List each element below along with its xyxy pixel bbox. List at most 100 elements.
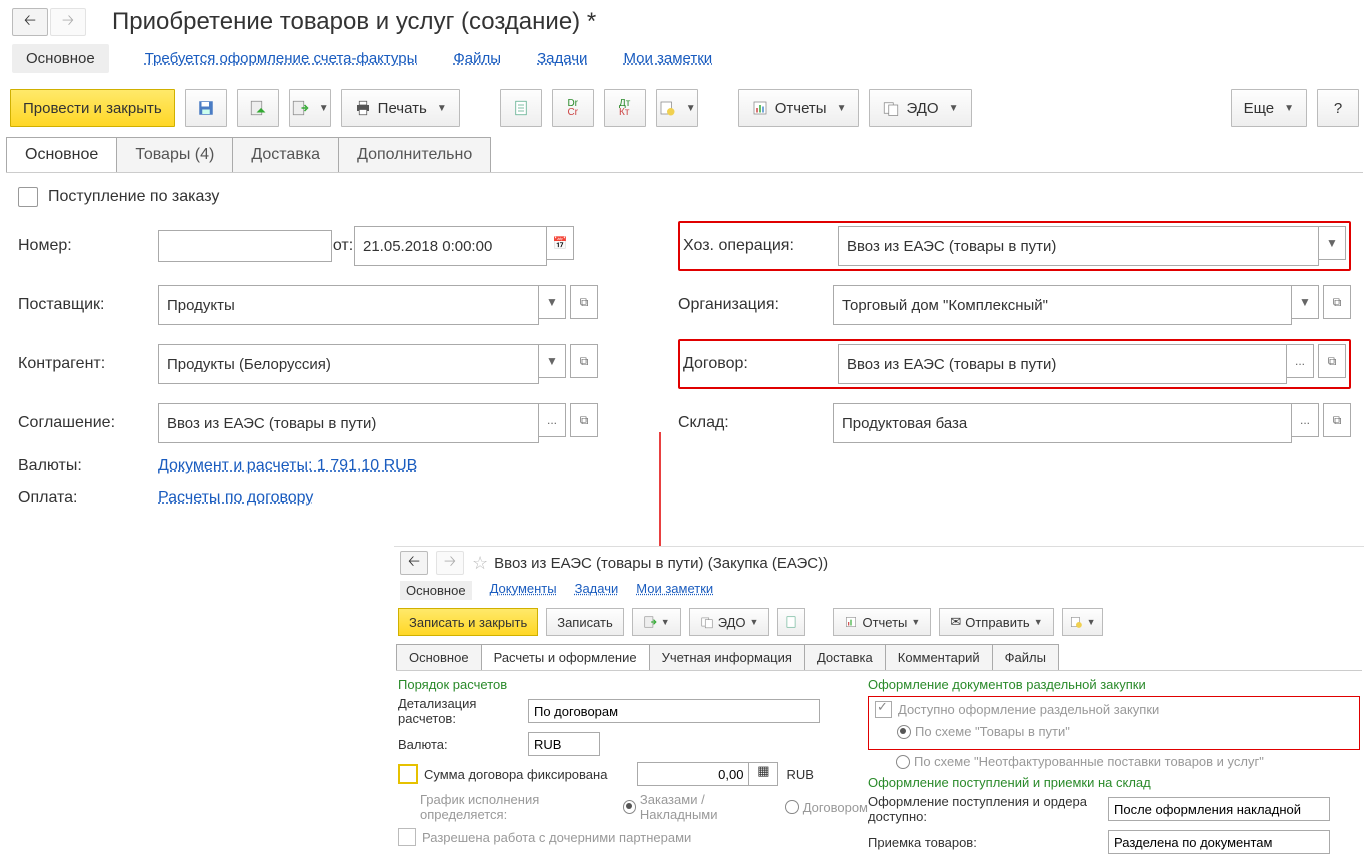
order-receipt-checkbox[interactable] [18, 187, 38, 207]
sub-tab-accounting[interactable]: Учетная информация [649, 644, 805, 670]
drcr-button[interactable]: DrCr [552, 89, 594, 127]
from-label: от: [332, 237, 354, 255]
sub-send-button[interactable]: ✉ Отправить▼ [939, 608, 1053, 636]
post-icon [249, 99, 267, 117]
sub-reports-button[interactable]: Отчеты▼ [833, 608, 931, 636]
sub-basis-button[interactable]: ▼ [1062, 608, 1103, 636]
sub-save-close-button[interactable]: Записать и закрыть [398, 608, 538, 636]
sum-calc-button[interactable]: ▦ [749, 762, 778, 786]
counterparty-field[interactable]: Продукты (Белоруссия) [158, 344, 539, 384]
warehouse-field[interactable]: Продуктовая база [833, 403, 1292, 443]
nav-link-invoice[interactable]: Требуется оформление счета-фактуры [145, 50, 418, 67]
operation-field[interactable]: Ввоз из ЕАЭС (товары в пути) [838, 226, 1319, 266]
print-button[interactable]: Печать▼ [341, 89, 460, 127]
floppy-icon [197, 99, 215, 117]
curr-input[interactable] [528, 732, 600, 756]
warehouse-select-button[interactable]: ... [1292, 403, 1319, 437]
sub-doc-button[interactable] [777, 608, 805, 636]
scheme1-radio [897, 725, 911, 739]
detail-label: Детализация расчетов: [398, 696, 528, 726]
nav-forward-button[interactable]: 🡢 [50, 8, 86, 36]
supplier-dropdown-button[interactable]: ▼ [539, 285, 566, 319]
calendar-button[interactable]: 📅 [547, 226, 574, 260]
sub-save-button[interactable]: Записать [546, 608, 624, 636]
contract-select-button[interactable]: ... [1287, 344, 1314, 378]
edo-icon [882, 99, 900, 117]
sub-nav-forward-button[interactable]: 🡢 [436, 551, 464, 575]
detail-input[interactable] [528, 699, 820, 723]
warehouse-open-button[interactable]: ⧉ [1323, 403, 1351, 437]
post-close-button[interactable]: Провести и закрыть [10, 89, 175, 127]
tab-main[interactable]: Основное [6, 137, 117, 172]
payment-link[interactable]: Расчеты по договору [158, 489, 313, 507]
basis-icon [658, 99, 676, 117]
sub-relations-button[interactable]: ▼ [632, 608, 681, 636]
edo-icon [700, 615, 714, 629]
contract-open-button[interactable]: ⧉ [1318, 344, 1346, 378]
receipt-warehouse-heading: Оформление поступлений и приемки на скла… [868, 775, 1360, 790]
reports-button[interactable]: Отчеты▼ [738, 89, 860, 127]
nav-link-files[interactable]: Файлы [453, 50, 501, 67]
date-input[interactable]: 21.05.2018 0:00:00 [354, 226, 547, 266]
accept-input[interactable] [1108, 830, 1330, 854]
agreement-open-button[interactable]: ⧉ [570, 403, 598, 437]
sub-tab-comment[interactable]: Комментарий [885, 644, 993, 670]
tab-additional[interactable]: Дополнительно [338, 137, 491, 172]
sub-nav-main[interactable]: Основное [400, 581, 472, 600]
sub-edo-button[interactable]: ЭДО▼ [689, 608, 770, 636]
doc-icon-button[interactable] [500, 89, 542, 127]
sum-fixed-checkbox[interactable] [398, 764, 418, 784]
nav-back-button[interactable]: 🡠 [12, 8, 48, 36]
tab-delivery[interactable]: Доставка [232, 137, 339, 172]
sum-fixed-label: Сумма договора фиксирована [424, 767, 607, 782]
more-button[interactable]: Еще▼ [1231, 89, 1307, 127]
save-button[interactable] [185, 89, 227, 127]
schedule-label: График исполнения определяется: [420, 792, 619, 822]
number-input[interactable] [158, 230, 332, 262]
sub-tab-calc[interactable]: Расчеты и оформление [481, 644, 650, 670]
scheme2-radio [896, 755, 910, 769]
post-button[interactable] [237, 89, 279, 127]
sub-nav-docs[interactable]: Документы [490, 581, 557, 600]
dtkt-icon: ДтКт [619, 99, 630, 117]
order-avail-input[interactable] [1108, 797, 1330, 821]
sub-nav-back-button[interactable]: 🡠 [400, 551, 428, 575]
relations-button[interactable]: ▼ [289, 89, 331, 127]
document-icon [512, 99, 530, 117]
operation-dropdown-button[interactable]: ▼ [1319, 226, 1346, 260]
operation-label: Хоз. операция: [683, 237, 838, 255]
edo-button[interactable]: ЭДО▼ [869, 89, 971, 127]
accept-label: Приемка товаров: [868, 835, 1108, 850]
relations-icon [643, 615, 657, 629]
sub-tab-files[interactable]: Файлы [992, 644, 1059, 670]
currency-link[interactable]: Документ и расчеты: 1 791,10 RUB [158, 457, 417, 475]
sub-nav-tasks[interactable]: Задачи [575, 581, 619, 600]
nav-link-notes[interactable]: Мои заметки [623, 50, 712, 67]
basis-button[interactable]: ▼ [656, 89, 698, 127]
warehouse-label: Склад: [678, 414, 833, 432]
nav-link-tasks[interactable]: Задачи [537, 50, 587, 67]
org-dropdown-button[interactable]: ▼ [1292, 285, 1319, 319]
agreement-select-button[interactable]: ... [539, 403, 566, 437]
contract-field[interactable]: Ввоз из ЕАЭС (товары в пути) [838, 344, 1287, 384]
supplier-open-button[interactable]: ⧉ [570, 285, 598, 319]
help-button[interactable]: ? [1317, 89, 1359, 127]
supplier-label: Поставщик: [18, 296, 158, 314]
sub-nav-notes[interactable]: Мои заметки [636, 581, 713, 600]
sub-tab-main[interactable]: Основное [396, 644, 482, 670]
org-open-button[interactable]: ⧉ [1323, 285, 1351, 319]
avail-label: Доступно оформление раздельной закупки [898, 702, 1159, 717]
favorite-icon[interactable]: ☆ [472, 553, 488, 574]
nav-main-tab[interactable]: Основное [12, 44, 109, 73]
org-field[interactable]: Торговый дом "Комплексный" [833, 285, 1292, 325]
schedule-radio-orders [623, 800, 636, 814]
agreement-field[interactable]: Ввоз из ЕАЭС (товары в пути) [158, 403, 539, 443]
dtkt-button[interactable]: ДтКт [604, 89, 646, 127]
supplier-field[interactable]: Продукты [158, 285, 539, 325]
tab-goods[interactable]: Товары (4) [116, 137, 233, 172]
payment-label: Оплата: [18, 489, 158, 507]
sub-tab-delivery[interactable]: Доставка [804, 644, 886, 670]
counterparty-open-button[interactable]: ⧉ [570, 344, 598, 378]
sum-input[interactable] [637, 762, 749, 786]
counterparty-dropdown-button[interactable]: ▼ [539, 344, 566, 378]
